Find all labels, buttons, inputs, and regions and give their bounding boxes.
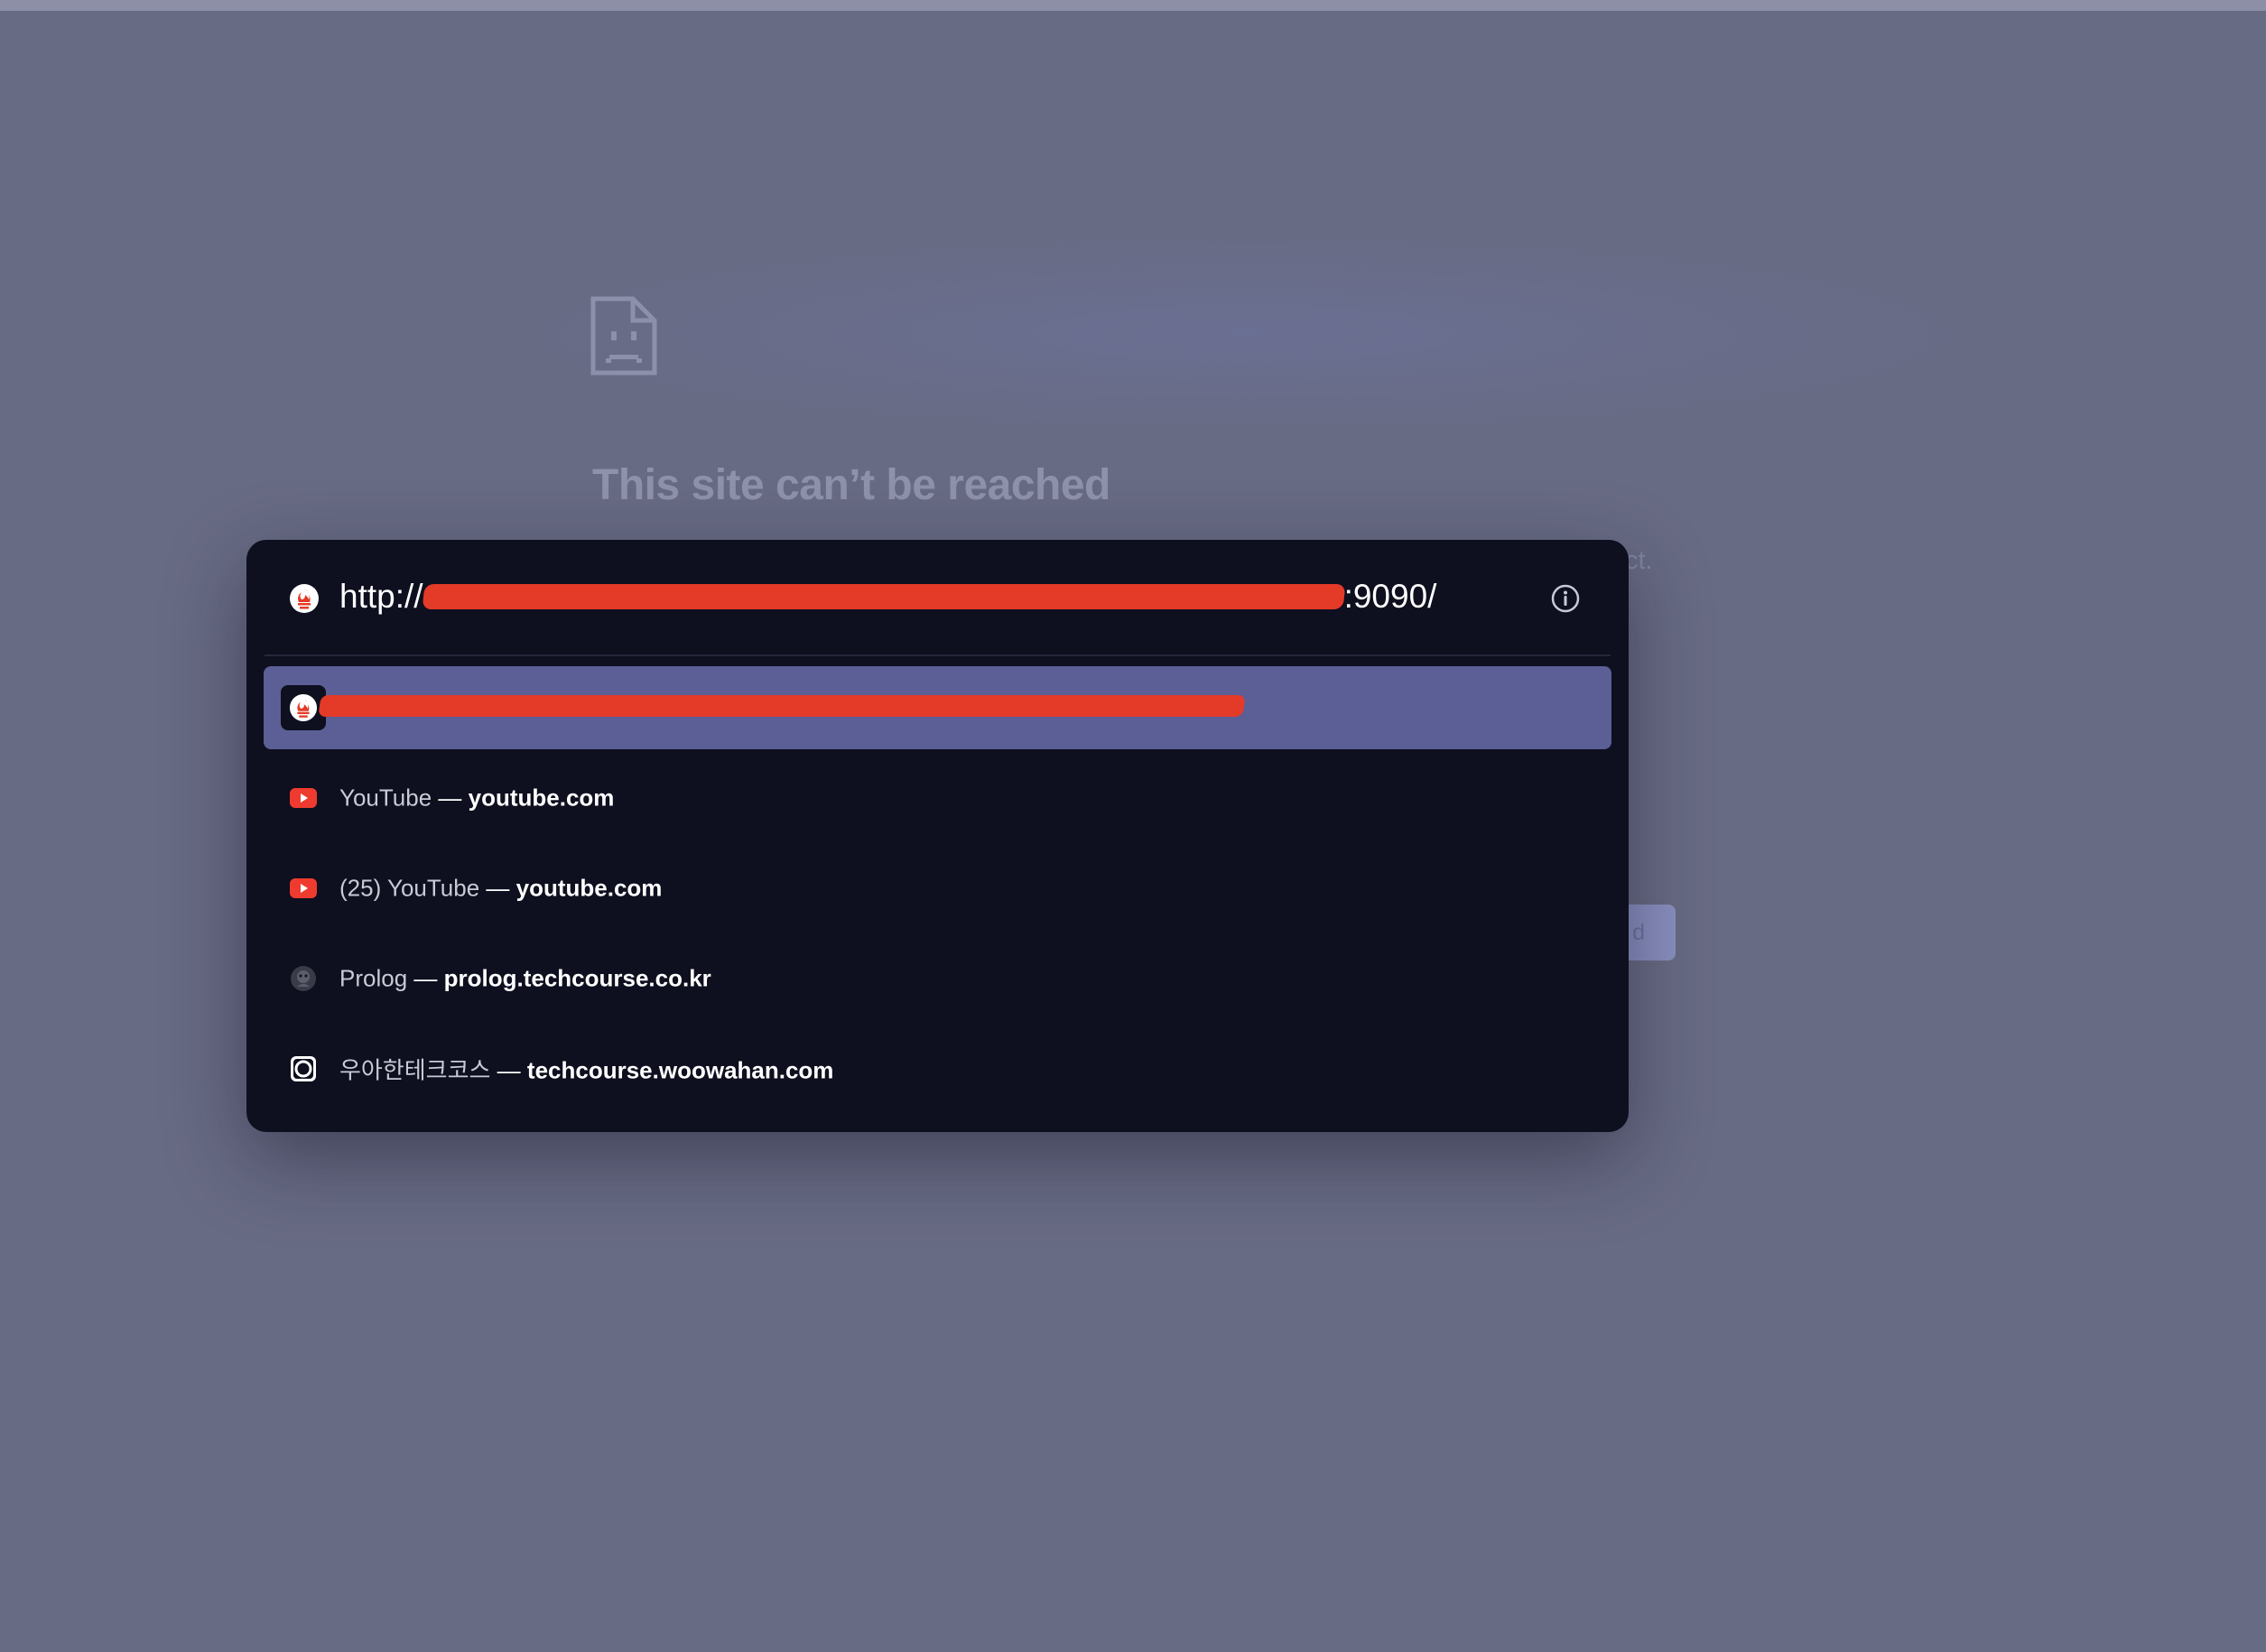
- youtube-icon: [289, 874, 318, 903]
- error-description-fragment: ct.: [1625, 546, 1653, 575]
- suggestion-list: YouTube — youtube.com (25) YouTube — you…: [264, 666, 1611, 1114]
- suggestion-separator: —: [407, 964, 444, 992]
- suggestion-item[interactable]: 우아한테크코스 — techcourse.woowahan.com: [264, 1024, 1611, 1114]
- suggestion-separator: —: [432, 784, 469, 812]
- suggestion-item-selected[interactable]: [264, 666, 1611, 749]
- suggestion-domain: youtube.com: [468, 784, 615, 812]
- url-prefix: http://: [339, 578, 423, 616]
- prolog-avatar-icon: [289, 964, 318, 993]
- suggestion-separator: —: [490, 1056, 527, 1084]
- redacted-suggestion-mark: [318, 695, 1246, 717]
- background-glow: [506, 235, 1986, 433]
- suggestion-separator: —: [479, 874, 516, 902]
- suggestion-title: (25) YouTube: [339, 874, 480, 902]
- sad-document-icon: [590, 295, 658, 381]
- url-suffix: :9090/: [1343, 578, 1437, 616]
- suggestion-domain: techcourse.woowahan.com: [526, 1056, 834, 1084]
- error-title: This site can’t be reached: [592, 461, 1110, 509]
- suggestion-title: Prolog: [339, 964, 408, 992]
- url-input-row[interactable]: http:// :9090/: [246, 540, 1629, 655]
- suggestion-title: YouTube: [339, 784, 432, 812]
- youtube-icon: [289, 784, 318, 812]
- info-circle-icon[interactable]: [1550, 583, 1581, 618]
- red-flame-favicon-icon: [289, 583, 320, 618]
- suggestion-domain: prolog.techcourse.co.kr: [443, 964, 711, 992]
- suggestion-item[interactable]: Prolog — prolog.techcourse.co.kr: [264, 933, 1611, 1024]
- url-input[interactable]: http:// :9090/: [339, 576, 1436, 616]
- suggestion-domain: youtube.com: [515, 874, 663, 902]
- suggestion-item[interactable]: (25) YouTube — youtube.com: [264, 843, 1611, 933]
- woowahan-logo-icon: [289, 1054, 318, 1083]
- address-suggestion-palette: http:// :9090/ YouTube — youtube.com (25)…: [246, 540, 1629, 1132]
- window-top-bar: [0, 0, 2266, 11]
- redacted-url-mark: [422, 584, 1346, 610]
- suggestion-item[interactable]: YouTube — youtube.com: [264, 753, 1611, 843]
- palette-divider: [265, 654, 1611, 656]
- suggestion-title: 우아한테크코스: [339, 1056, 491, 1084]
